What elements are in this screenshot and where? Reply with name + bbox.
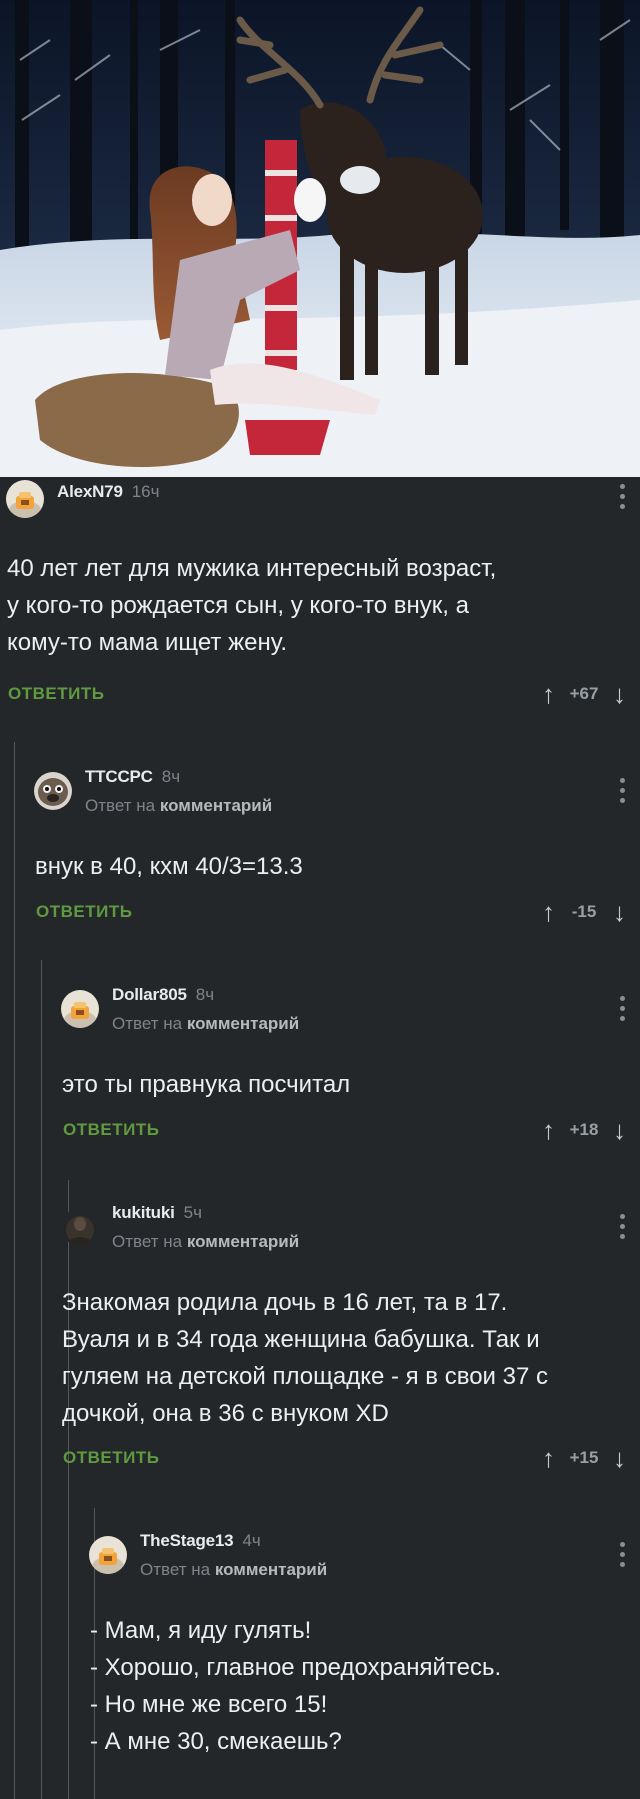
rating-block: ↑ +18 ↓ (542, 1115, 626, 1145)
reply-to-label: Ответ на комментарий (85, 796, 272, 816)
reply-button[interactable]: ОТВЕТИТЬ (36, 902, 132, 922)
pikabu-default-avatar-icon (61, 990, 99, 1028)
reply-prefix: Ответ на (112, 1013, 187, 1033)
reply-button[interactable]: ОТВЕТИТЬ (63, 1120, 159, 1140)
comment-time: 5ч (183, 1202, 202, 1222)
author-nickname[interactable]: TTCCPC (85, 767, 153, 787)
comment-text: Знакомая родила дочь в 16 лет, та в 17. … (62, 1284, 548, 1432)
arrow-down-icon[interactable]: ↓ (613, 1445, 626, 1471)
kebab-menu-icon[interactable] (620, 1542, 626, 1567)
comment-text: 40 лет лет для мужика интересный возраст… (7, 550, 496, 661)
comment-score: +18 (569, 1120, 599, 1139)
author-nickname[interactable]: AlexN79 (57, 482, 123, 502)
avatar[interactable] (61, 990, 99, 1028)
dark-figure-avatar-icon (61, 1208, 99, 1246)
comment-score: -15 (571, 902, 597, 921)
comment-line: гуляем на детской площадке - я в свои 37… (62, 1363, 548, 1390)
avatar[interactable] (34, 772, 72, 810)
arrow-down-icon[interactable]: ↓ (613, 1117, 626, 1143)
avatar[interactable] (6, 480, 44, 518)
comment-time: 16ч (131, 482, 160, 501)
rating-block: ↑ +67 ↓ (542, 679, 626, 709)
comment-text: - Мам, я иду гулять! - Хорошо, главное п… (90, 1612, 501, 1760)
reply-to-label: Ответ на комментарий (112, 1232, 299, 1252)
arrow-down-icon[interactable]: ↓ (613, 681, 626, 707)
comment-line: - Но мне же всего 15! (90, 1691, 328, 1718)
comment-time: 8ч (161, 766, 181, 786)
arrow-up-icon[interactable]: ↑ (542, 681, 555, 707)
comment-line: Вуаля и в 34 года женщина бабушка. Так и (62, 1326, 540, 1353)
comment-line: это ты правнука посчитал (62, 1071, 351, 1098)
comment-score: +67 (569, 684, 599, 703)
kebab-menu-icon[interactable] (620, 484, 626, 509)
arrow-up-icon[interactable]: ↑ (542, 1445, 555, 1471)
comment-score: +15 (569, 1448, 599, 1467)
reply-target-link[interactable]: комментарий (160, 796, 272, 815)
arrow-down-icon[interactable]: ↓ (613, 899, 626, 925)
comment-line: у кого-то рождается сын, у кого-то внук,… (7, 592, 469, 619)
pikabu-default-avatar-icon (6, 480, 44, 518)
comment-text: внук в 40, кхм 40/3=13.3 (35, 848, 303, 885)
author-nickname[interactable]: Dollar805 (112, 985, 187, 1005)
thread-line (68, 1180, 69, 1799)
kebab-menu-icon[interactable] (620, 996, 626, 1021)
comment-line: внук в 40, кхм 40/3=13.3 (35, 853, 303, 880)
reply-prefix: Ответ на (140, 1559, 215, 1579)
arrow-up-icon[interactable]: ↑ (542, 1117, 555, 1143)
pug-avatar-icon (34, 772, 72, 810)
reply-to-label: Ответ на комментарий (112, 1014, 299, 1034)
reply-button[interactable]: ОТВЕТИТЬ (8, 684, 104, 704)
arrow-up-icon[interactable]: ↑ (542, 899, 555, 925)
thread-line (41, 960, 42, 1799)
pikabu-default-avatar-icon (89, 1536, 127, 1574)
reply-target-link[interactable]: комментарий (187, 1014, 299, 1033)
comment-line: - А мне 30, смекаешь? (90, 1728, 342, 1755)
author-nickname[interactable]: kukituki (112, 1203, 175, 1223)
comment-text: это ты правнука посчитал (62, 1066, 350, 1103)
comment-line: кому-то мама ищет жену. (7, 629, 287, 656)
author-nickname[interactable]: TheStage13 (140, 1531, 234, 1551)
rating-block: ↑ +15 ↓ (542, 1443, 626, 1473)
reply-prefix: Ответ на (112, 1231, 187, 1251)
kebab-menu-icon[interactable] (620, 778, 626, 803)
reply-target-link[interactable]: комментарий (215, 1560, 327, 1579)
comment-line: - Хорошо, главное предохраняйтесь. (90, 1654, 502, 1681)
post-image[interactable] (0, 0, 640, 477)
rating-block: ↑ -15 ↓ (542, 897, 626, 927)
reply-to-label: Ответ на комментарий (140, 1560, 327, 1580)
comment-time: 8ч (195, 984, 215, 1004)
comment-line: Знакомая родила дочь в 16 лет, та в 17. (62, 1289, 508, 1316)
kebab-menu-icon[interactable] (620, 1214, 626, 1239)
avatar[interactable] (89, 1536, 127, 1574)
reply-button[interactable]: ОТВЕТИТЬ (63, 1448, 159, 1468)
comment-line: - Мам, я иду гулять! (90, 1617, 312, 1644)
reply-prefix: Ответ на (85, 795, 160, 815)
comment-time: 4ч (242, 1530, 261, 1550)
reply-target-link[interactable]: комментарий (187, 1232, 299, 1251)
comment-line: 40 лет лет для мужика интересный возраст… (7, 555, 497, 582)
thread-line (14, 742, 15, 1799)
comment-line: дочкой, она в 36 с внуком XD (62, 1400, 389, 1427)
avatar[interactable] (61, 1208, 99, 1246)
